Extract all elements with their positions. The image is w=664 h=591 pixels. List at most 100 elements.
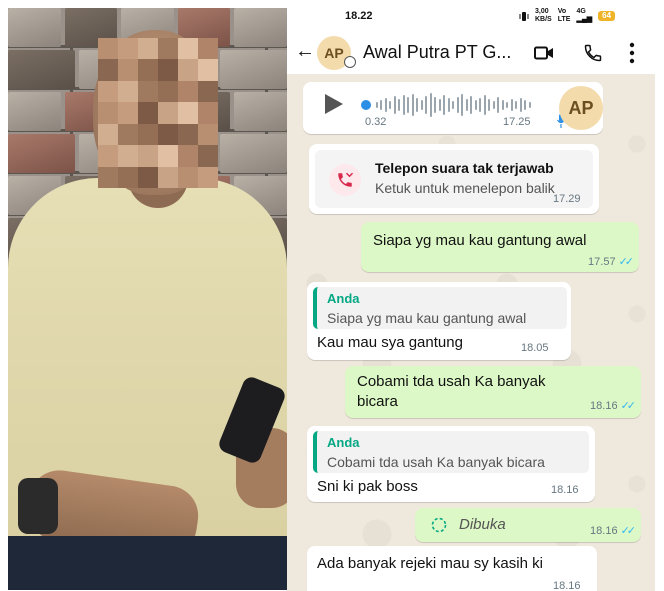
message-bubble-incoming[interactable]: Anda Siapa yg mau kau gantung awal Kau m… bbox=[307, 282, 571, 360]
mosaic-tile bbox=[198, 145, 218, 167]
playback-position-dot[interactable] bbox=[361, 100, 371, 110]
waveform-bar bbox=[528, 102, 531, 108]
missed-call-icon bbox=[329, 164, 361, 196]
mosaic-tile bbox=[98, 80, 118, 103]
video-camera-icon[interactable] bbox=[534, 46, 554, 60]
quote-author: Anda bbox=[327, 435, 360, 450]
more-vertical-icon[interactable] bbox=[629, 42, 635, 64]
mosaic-tile bbox=[178, 166, 198, 188]
mosaic-tile bbox=[118, 38, 138, 60]
arrow-left-icon[interactable]: ← bbox=[295, 40, 315, 63]
profile-photo bbox=[8, 8, 287, 590]
mosaic-tile bbox=[198, 166, 218, 188]
mosaic-tile bbox=[178, 80, 198, 103]
status-icons: 3,00 KB/S Vo LTE 4G ▂▄▆ 64 bbox=[519, 8, 616, 24]
waveform-bar bbox=[465, 99, 468, 111]
message-bubble-outgoing[interactable]: Cobami tda usah Ka banyak bicara 18.16 ✓✓ bbox=[345, 366, 641, 418]
waveform-bar bbox=[497, 97, 499, 113]
mosaic-tile bbox=[138, 166, 158, 188]
quoted-message[interactable]: Anda Cobami tda usah Ka banyak bicara bbox=[313, 431, 589, 473]
message-text: Ada banyak rejeki mau sy kasih ki bbox=[317, 555, 543, 572]
waveform-bar bbox=[393, 96, 396, 114]
double-check-icon: ✓✓ bbox=[620, 525, 637, 537]
message-time: 17.25 bbox=[503, 116, 531, 128]
waveform-bar bbox=[438, 99, 441, 111]
waveform-bar bbox=[375, 102, 378, 108]
waveform-bar bbox=[456, 97, 459, 113]
mosaic-tile bbox=[118, 59, 138, 81]
waveform-bar bbox=[474, 100, 477, 110]
status-bar: 18.22 3,00 KB/S Vo LTE 4G ▂▄▆ 64 bbox=[287, 0, 655, 32]
message-time: 18.05 bbox=[521, 342, 549, 354]
message-bubble-incoming[interactable]: Anda Cobami tda usah Ka banyak bicara Sn… bbox=[307, 426, 595, 502]
waveform-bar bbox=[380, 100, 382, 110]
view-once-bubble[interactable]: Dibuka 18.16 ✓✓ bbox=[415, 508, 641, 542]
pixelated-face bbox=[98, 38, 218, 188]
waveform-bar bbox=[524, 100, 526, 110]
mosaic-tile bbox=[138, 102, 158, 124]
waveform-bar bbox=[479, 98, 481, 112]
mosaic-tile bbox=[198, 123, 218, 146]
voice-waveform[interactable] bbox=[361, 92, 539, 118]
mosaic-tile bbox=[158, 123, 178, 146]
mosaic-tile bbox=[158, 166, 178, 188]
waveform-bar bbox=[452, 101, 454, 109]
message-text: Siapa yg mau kau gantung awal bbox=[373, 232, 587, 249]
quoted-message[interactable]: Anda Siapa yg mau kau gantung awal bbox=[313, 287, 567, 329]
status-time: 18.22 bbox=[345, 10, 373, 22]
waveform-bar bbox=[402, 95, 405, 115]
message-text: Kau mau sya gantung bbox=[317, 334, 463, 351]
mosaic-tile bbox=[198, 80, 218, 103]
phone-icon[interactable] bbox=[583, 43, 603, 63]
message-time: 17.57 ✓✓ bbox=[588, 256, 635, 268]
mosaic-tile bbox=[178, 59, 198, 81]
voice-note-bubble: 0.32 17.25 AP bbox=[303, 82, 603, 134]
missed-call-card[interactable]: Telepon suara tak terjawab Ketuk untuk m… bbox=[315, 150, 593, 208]
play-icon[interactable] bbox=[325, 94, 343, 114]
contact-name[interactable]: Awal Putra PT G... bbox=[363, 42, 523, 63]
waveform-bar bbox=[519, 98, 522, 112]
message-text: Sni ki pak boss bbox=[317, 478, 418, 495]
chat-header: ← AP Awal Putra PT G... bbox=[287, 32, 655, 74]
waveform-bar bbox=[443, 95, 445, 115]
message-bubble-outgoing[interactable]: Siapa yg mau kau gantung awal 17.57 ✓✓ bbox=[361, 222, 639, 272]
mosaic-tile bbox=[138, 145, 158, 167]
mosaic-tile bbox=[158, 145, 178, 167]
message-text: Cobami tda usah Ka banyak bicara bbox=[357, 373, 546, 410]
mosaic-tile bbox=[178, 102, 198, 124]
mosaic-tile bbox=[198, 38, 218, 60]
voice-duration: 0.32 bbox=[365, 116, 387, 128]
signal-icon: 4G ▂▄▆ bbox=[576, 8, 593, 23]
sender-avatar: AP bbox=[559, 86, 603, 130]
message-bubble-incoming[interactable]: Ada banyak rejeki mau sy kasih ki 18.16 bbox=[307, 546, 597, 591]
mosaic-tile bbox=[138, 38, 158, 60]
message-time: 17.29 bbox=[553, 193, 581, 205]
double-check-icon: ✓✓ bbox=[618, 256, 635, 268]
waveform-bar bbox=[501, 100, 504, 110]
waveform-bar bbox=[384, 98, 387, 112]
waveform-bar bbox=[515, 101, 517, 109]
disappearing-timer-icon bbox=[344, 56, 356, 68]
mosaic-tile bbox=[98, 38, 118, 60]
quote-author: Anda bbox=[327, 291, 360, 306]
waveform-bar bbox=[425, 96, 427, 114]
mosaic-tile bbox=[198, 102, 218, 124]
mosaic-tile bbox=[178, 38, 198, 60]
mosaic-tile bbox=[98, 102, 118, 124]
mosaic-tile bbox=[98, 123, 118, 146]
waveform-bar bbox=[407, 97, 409, 113]
mosaic-tile bbox=[118, 123, 138, 146]
message-text: Dibuka bbox=[459, 516, 506, 533]
net-speed: 3,00 KB/S bbox=[535, 8, 552, 23]
mosaic-tile bbox=[158, 38, 178, 60]
mosaic-tile bbox=[98, 59, 118, 81]
mosaic-tile bbox=[158, 102, 178, 124]
mosaic-tile bbox=[158, 59, 178, 81]
wristwatch bbox=[18, 478, 58, 534]
jeans bbox=[8, 536, 287, 590]
waveform-bar bbox=[411, 94, 414, 116]
mosaic-tile bbox=[138, 80, 158, 103]
missed-call-bubble[interactable]: Telepon suara tak terjawab Ketuk untuk m… bbox=[309, 144, 599, 214]
waveform-bar bbox=[416, 98, 418, 112]
message-time: 18.16 ✓✓ bbox=[590, 400, 636, 412]
